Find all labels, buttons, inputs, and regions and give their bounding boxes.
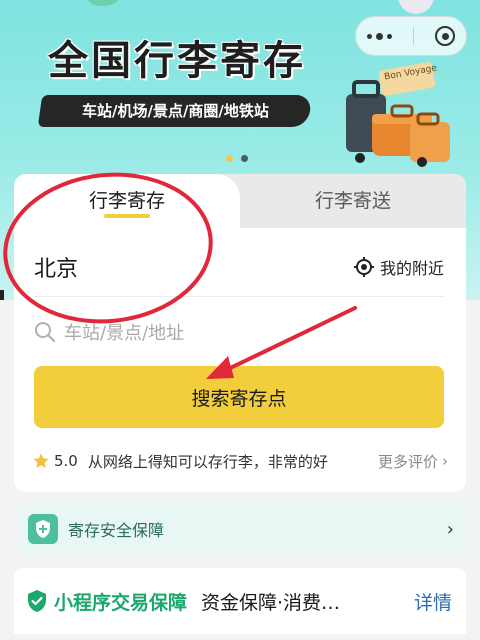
carousel-dot-active <box>226 155 233 162</box>
hero-subtitle: 车站/机场/景点/商圈/地铁站 <box>37 95 313 127</box>
nearby-button[interactable]: 我的附近 <box>353 255 444 279</box>
balloon-decoration <box>88 0 118 6</box>
more-reviews-link[interactable]: 更多评价 › <box>378 451 448 472</box>
chevron-right-icon: › <box>446 518 454 540</box>
search-placeholder: 车站/景点/地址 <box>64 323 185 344</box>
miniprogram-capsule <box>355 16 467 56</box>
rating-score: 5.0 <box>54 452 78 470</box>
shield-check-icon <box>28 590 46 612</box>
storage-card: 行李寄送 行李寄存 北京 我的附近 车站/景点/地址 搜索寄存点 5.0 从网络… <box>14 174 466 492</box>
tab-luggage-storage[interactable]: 行李寄存 <box>14 174 240 228</box>
more-reviews-label: 更多评价 <box>377 452 438 471</box>
tab-active-indicator <box>104 214 150 218</box>
carousel-dot <box>241 155 248 162</box>
trade-guarantee-description: 资金保障·消费… <box>201 591 341 614</box>
capsule-divider <box>412 27 414 45</box>
location-row: 北京 我的附近 <box>34 244 444 290</box>
storage-safety-banner[interactable]: 寄存安全保障 › <box>20 503 466 555</box>
nearby-label: 我的附近 <box>379 259 444 278</box>
hero-title: 全国行李寄存 <box>48 38 306 84</box>
tab-bar: 行李寄送 行李寄存 <box>14 174 466 228</box>
rating-review-text: 从网络上得知可以存行李，非常的好 <box>87 452 328 471</box>
locate-crosshair-icon <box>353 257 374 277</box>
rating-row: 5.0 从网络上得知可以存行李，非常的好 更多评价 › <box>32 446 448 476</box>
target-close-icon[interactable] <box>435 26 456 46</box>
tab-luggage-delivery[interactable]: 行李寄送 <box>240 174 466 228</box>
search-input[interactable]: 车站/景点/地址 <box>34 314 444 350</box>
city-selector[interactable]: 北京 <box>34 251 78 283</box>
trade-guarantee-title: 小程序交易保障 <box>54 591 188 614</box>
divider <box>34 296 444 297</box>
more-dots-icon[interactable] <box>366 32 392 40</box>
edge-marker <box>0 290 4 300</box>
search-icon <box>35 322 55 342</box>
parachute-decoration <box>398 0 434 14</box>
trade-guarantee-bar: 小程序交易保障 资金保障·消费… 详情 <box>14 568 466 634</box>
carousel-indicator <box>226 155 248 162</box>
star-icon <box>33 453 49 468</box>
search-storage-button[interactable]: 搜索寄存点 <box>34 366 444 428</box>
guarantee-details-link[interactable]: 详情 <box>414 588 452 615</box>
storage-safety-label: 寄存安全保障 <box>68 521 165 540</box>
shield-plus-icon <box>28 514 58 544</box>
chevron-right-icon: › <box>442 452 448 470</box>
tab-luggage-storage-label: 行李寄存 <box>88 190 165 212</box>
